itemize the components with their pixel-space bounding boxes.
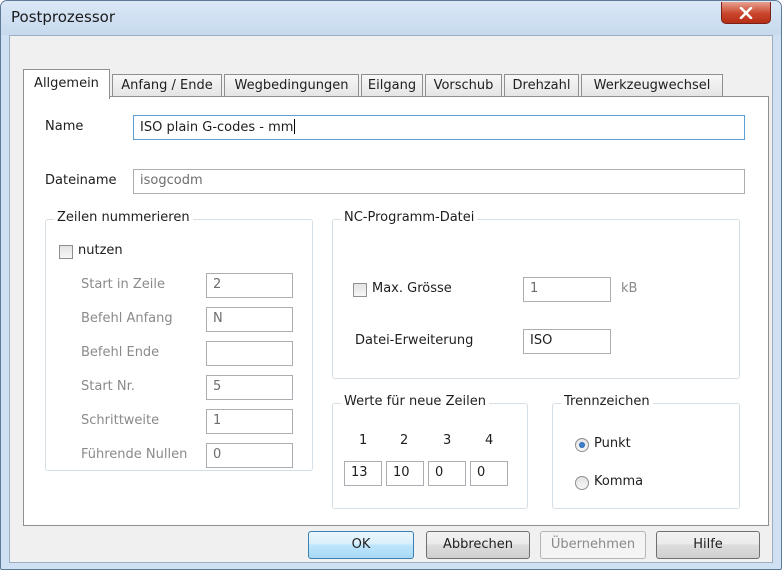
tab-eilgang[interactable]: Eilgang: [361, 74, 423, 97]
close-button[interactable]: [721, 2, 771, 24]
new-line-header-3: 3: [443, 433, 452, 448]
new-line-value-4[interactable]: 0: [470, 461, 508, 486]
tab-drehzahl[interactable]: Drehzahl: [504, 74, 579, 97]
separator-title: Trennzeichen: [561, 394, 653, 409]
line-numbering-title: Zeilen nummerieren: [54, 210, 193, 225]
tab-allgemein[interactable]: Allgemein: [23, 69, 110, 99]
new-line-values-title: Werte für neue Zeilen: [341, 394, 489, 409]
new-line-values-group: Werte für neue Zeilen: [332, 394, 528, 509]
name-input[interactable]: ISO plain G-codes - mm: [133, 115, 745, 140]
leading-zeros-input[interactable]: 0: [206, 443, 293, 468]
ok-button[interactable]: OK: [308, 531, 414, 559]
new-line-value-3[interactable]: 0: [428, 461, 466, 486]
name-label: Name: [45, 119, 84, 134]
name-value: ISO plain G-codes - mm: [140, 120, 294, 135]
title-bar[interactable]: Postprozessor: [1, 1, 781, 35]
step-width-label: Schrittweite: [81, 413, 160, 428]
max-size-unit: kB: [621, 281, 638, 296]
command-end-label: Befehl Ende: [81, 345, 160, 360]
tab-panel-allgemein: Name ISO plain G-codes - mm Dateiname is…: [23, 96, 769, 526]
tab-werkzeugwechsel[interactable]: Werkzeugwechsel: [581, 74, 723, 97]
filename-input[interactable]: isogcodm: [133, 169, 745, 194]
separator-radio-point[interactable]: [575, 438, 589, 452]
step-width-input[interactable]: 1: [206, 409, 293, 434]
new-line-value-1[interactable]: 13: [344, 461, 382, 486]
file-extension-label: Datei-Erweiterung: [355, 333, 474, 348]
new-line-header-4: 4: [485, 433, 494, 448]
separator-point-label: Punkt: [594, 436, 631, 451]
tab-wegbedingungen[interactable]: Wegbedingungen: [224, 74, 359, 97]
close-icon: [739, 6, 753, 19]
file-extension-input[interactable]: ISO: [523, 329, 611, 354]
dialog-client-area: Allgemein Anfang / Ende Wegbedingungen E…: [9, 35, 773, 563]
max-size-input[interactable]: 1: [523, 277, 611, 302]
line-numbering-use-label: nutzen: [78, 243, 123, 258]
apply-button[interactable]: Übernehmen: [540, 531, 646, 559]
start-line-input[interactable]: 2: [206, 273, 293, 298]
max-size-label: Max. Grösse: [372, 281, 452, 296]
leading-zeros-label: Führende Nullen: [81, 447, 188, 462]
text-caret: [294, 119, 296, 134]
command-start-label: Befehl Anfang: [81, 311, 173, 326]
separator-radio-comma[interactable]: [575, 476, 589, 490]
filename-label: Dateiname: [45, 173, 117, 188]
new-line-header-1: 1: [359, 433, 368, 448]
tab-anfang-ende[interactable]: Anfang / Ende: [112, 74, 222, 97]
start-line-label: Start in Zeile: [81, 277, 165, 292]
separator-group: Trennzeichen: [552, 394, 740, 509]
separator-comma-label: Komma: [594, 474, 644, 489]
start-number-label: Start Nr.: [81, 379, 135, 394]
tab-vorschub[interactable]: Vorschub: [425, 74, 502, 97]
dialog-window: Postprozessor Allgemein Anfang / Ende We…: [0, 0, 782, 570]
start-number-input[interactable]: 5: [206, 375, 293, 400]
nc-file-title: NC-Programm-Datei: [341, 210, 478, 225]
command-end-input[interactable]: [206, 341, 293, 366]
help-button[interactable]: Hilfe: [656, 531, 760, 559]
new-line-header-2: 2: [400, 433, 409, 448]
window-title: Postprozessor: [11, 8, 115, 26]
command-start-input[interactable]: N: [206, 307, 293, 332]
cancel-button[interactable]: Abbrechen: [426, 531, 530, 559]
line-numbering-use-checkbox[interactable]: [59, 245, 73, 259]
max-size-checkbox[interactable]: [353, 283, 367, 297]
new-line-value-2[interactable]: 10: [386, 461, 424, 486]
